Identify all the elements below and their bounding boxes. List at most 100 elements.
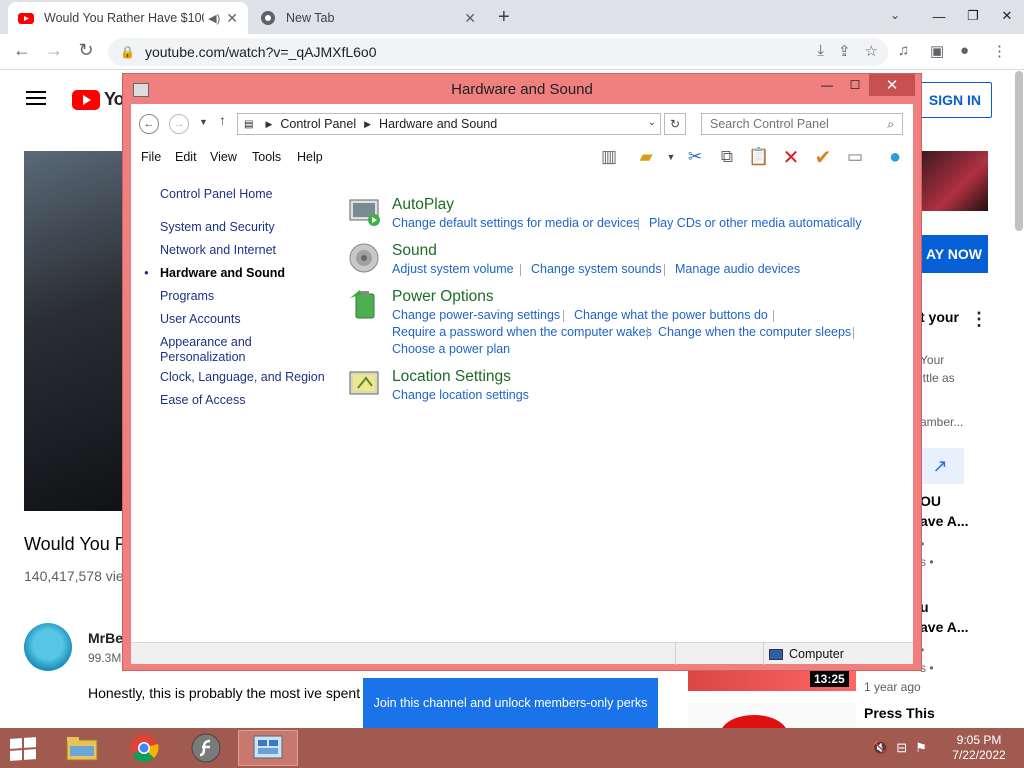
sidebar-item-system-security[interactable]: System and Security: [160, 220, 275, 235]
task-link[interactable]: Change what the power buttons do: [574, 308, 768, 322]
file-explorer-icon[interactable]: [52, 730, 112, 766]
network-icon[interactable]: ⊟: [896, 740, 907, 756]
share-icon[interactable]: ⇪: [838, 42, 851, 60]
location-settings-title[interactable]: Location Settings: [392, 368, 511, 386]
back-icon[interactable]: ←: [139, 114, 159, 134]
forward-icon[interactable]: →: [169, 114, 189, 134]
page-scrollbar[interactable]: [1015, 71, 1023, 231]
media-controls-icon[interactable]: ♫: [898, 42, 909, 59]
rec-title[interactable]: Press This: [864, 705, 935, 721]
channel-avatar[interactable]: [24, 623, 72, 671]
sidebar-item-appearance-personalization[interactable]: Appearance and Personalization: [160, 335, 270, 365]
sidebar-item-clock-language-region[interactable]: Clock, Language, and Region: [160, 370, 325, 385]
task-link[interactable]: Adjust system volume: [392, 262, 514, 276]
video-player[interactable]: [24, 151, 124, 511]
preview-pane-icon[interactable]: ▥: [597, 145, 621, 169]
properties-check-icon[interactable]: ✔: [811, 145, 835, 169]
address-bar[interactable]: 🔒 youtube.com/watch?v=_qAJMXfL6o0 ⤓ ⇪ ☆: [108, 38, 888, 66]
new-tab-button[interactable]: +: [498, 6, 510, 29]
task-link[interactable]: Change when the computer sleeps: [658, 325, 851, 339]
speaker-icon[interactable]: [348, 242, 382, 274]
hamburger-menu-icon[interactable]: [26, 91, 46, 105]
rec-thumbnail[interactable]: [688, 703, 856, 755]
task-link[interactable]: Choose a power plan: [392, 342, 510, 356]
close-window-icon[interactable]: ✕: [990, 0, 1024, 32]
bookmark-star-icon[interactable]: ☆: [865, 42, 878, 60]
profile-avatar-icon[interactable]: ●: [960, 42, 969, 59]
autoplay-icon[interactable]: [348, 196, 382, 228]
close-window-icon[interactable]: ✕: [869, 74, 915, 96]
menu-edit[interactable]: Edit: [175, 150, 197, 164]
side-panel-icon[interactable]: ▣: [930, 42, 944, 60]
breadcrumb-control-panel[interactable]: Control Panel: [280, 117, 356, 131]
sidebar-item-network-internet[interactable]: Network and Internet: [160, 243, 276, 258]
clock[interactable]: 9:05 PM 7/22/2022: [944, 733, 1014, 763]
search-box[interactable]: ⌕: [701, 113, 903, 135]
action-center-icon[interactable]: ⚑: [915, 740, 927, 756]
menu-file[interactable]: File: [141, 150, 161, 164]
reload-icon[interactable]: ↻: [74, 40, 98, 61]
minimize-icon[interactable]: —: [922, 0, 956, 32]
task-link[interactable]: Manage audio devices: [675, 262, 800, 276]
tab-search-icon[interactable]: ⌄: [890, 8, 900, 22]
volume-muted-icon[interactable]: 🔇: [872, 740, 888, 756]
play-now-button[interactable]: AY NOW: [920, 235, 988, 273]
windows-start-icon[interactable]: [10, 737, 36, 761]
ad-info-icon[interactable]: ⓘ: [976, 153, 986, 168]
lock-icon[interactable]: 🔒: [120, 45, 135, 59]
task-link[interactable]: Change location settings: [392, 388, 529, 402]
flash-icon[interactable]: [176, 730, 236, 766]
battery-icon[interactable]: [348, 288, 382, 320]
more-options-icon[interactable]: ⋮: [970, 309, 988, 330]
recent-pages-icon[interactable]: ▼: [199, 117, 208, 127]
video-description[interactable]: Honestly, this is probably the most ive …: [88, 685, 360, 701]
breadcrumb-hardware-and-sound[interactable]: Hardware and Sound: [379, 117, 497, 131]
paste-icon[interactable]: 📋: [747, 145, 771, 169]
sidebar-item-ease-of-access[interactable]: Ease of Access: [160, 393, 245, 408]
menu-view[interactable]: View: [210, 150, 237, 164]
install-icon[interactable]: ⤓: [817, 42, 824, 60]
menu-help[interactable]: Help: [297, 150, 323, 164]
globe-icon[interactable]: ●: [883, 145, 907, 169]
more-menu-icon[interactable]: ⋮: [992, 42, 1007, 60]
task-link[interactable]: Change power-saving settings: [392, 308, 560, 322]
delete-icon[interactable]: ✕: [779, 145, 803, 169]
external-link-icon[interactable]: ↗: [916, 448, 964, 484]
tab-new-tab[interactable]: New Tab ✕: [250, 2, 486, 34]
tab-youtube[interactable]: Would You Rather Have $100 ◀) ✕: [8, 2, 248, 34]
power-options-title[interactable]: Power Options: [392, 288, 494, 306]
rec-title[interactable]: ave A...: [920, 513, 969, 529]
close-tab-icon[interactable]: ✕: [464, 10, 476, 27]
sidebar-item-user-accounts[interactable]: User Accounts: [160, 312, 241, 327]
folder-options-icon[interactable]: ▰: [634, 145, 658, 169]
rec-title[interactable]: ave A...: [920, 619, 969, 635]
task-link[interactable]: Require a password when the computer wak…: [392, 325, 652, 339]
breadcrumb-chevron-icon[interactable]: ▶: [265, 119, 272, 130]
task-link[interactable]: Play CDs or other media automatically: [649, 216, 862, 230]
speaker-icon[interactable]: ◀): [208, 12, 220, 25]
chevron-down-icon[interactable]: ▼: [659, 145, 683, 169]
location-icon[interactable]: [348, 368, 382, 400]
up-arrow-icon[interactable]: ↑: [219, 112, 226, 128]
menu-tools[interactable]: Tools: [252, 150, 281, 164]
task-link[interactable]: Change system sounds: [531, 262, 662, 276]
cut-icon[interactable]: ✂: [683, 145, 707, 169]
refresh-icon[interactable]: ↻: [664, 113, 686, 135]
youtube-logo[interactable]: Yo: [72, 89, 125, 110]
search-input[interactable]: [702, 114, 872, 134]
join-channel-banner[interactable]: Join this channel and unlock members-onl…: [363, 678, 658, 728]
channel-name[interactable]: MrBe: [88, 630, 123, 646]
chrome-icon[interactable]: [114, 730, 174, 766]
rec-title[interactable]: OU: [920, 493, 941, 509]
breadcrumb-chevron-icon[interactable]: ▶: [364, 119, 371, 130]
sidebar-item-programs[interactable]: Programs: [160, 289, 214, 304]
chevron-down-icon[interactable]: ⌄: [648, 117, 656, 128]
control-panel-icon[interactable]: [238, 730, 298, 766]
back-icon[interactable]: ←: [10, 40, 34, 61]
rename-icon[interactable]: ▭: [843, 145, 867, 169]
address-bar[interactable]: ▤ ▶ Control Panel ▶ Hardware and Sound ⌄: [237, 113, 661, 135]
forward-icon[interactable]: →: [42, 40, 66, 61]
copy-icon[interactable]: ⧉: [715, 145, 739, 169]
maximize-icon[interactable]: ☐: [841, 74, 869, 96]
task-link[interactable]: Change default settings for media or dev…: [392, 216, 639, 230]
